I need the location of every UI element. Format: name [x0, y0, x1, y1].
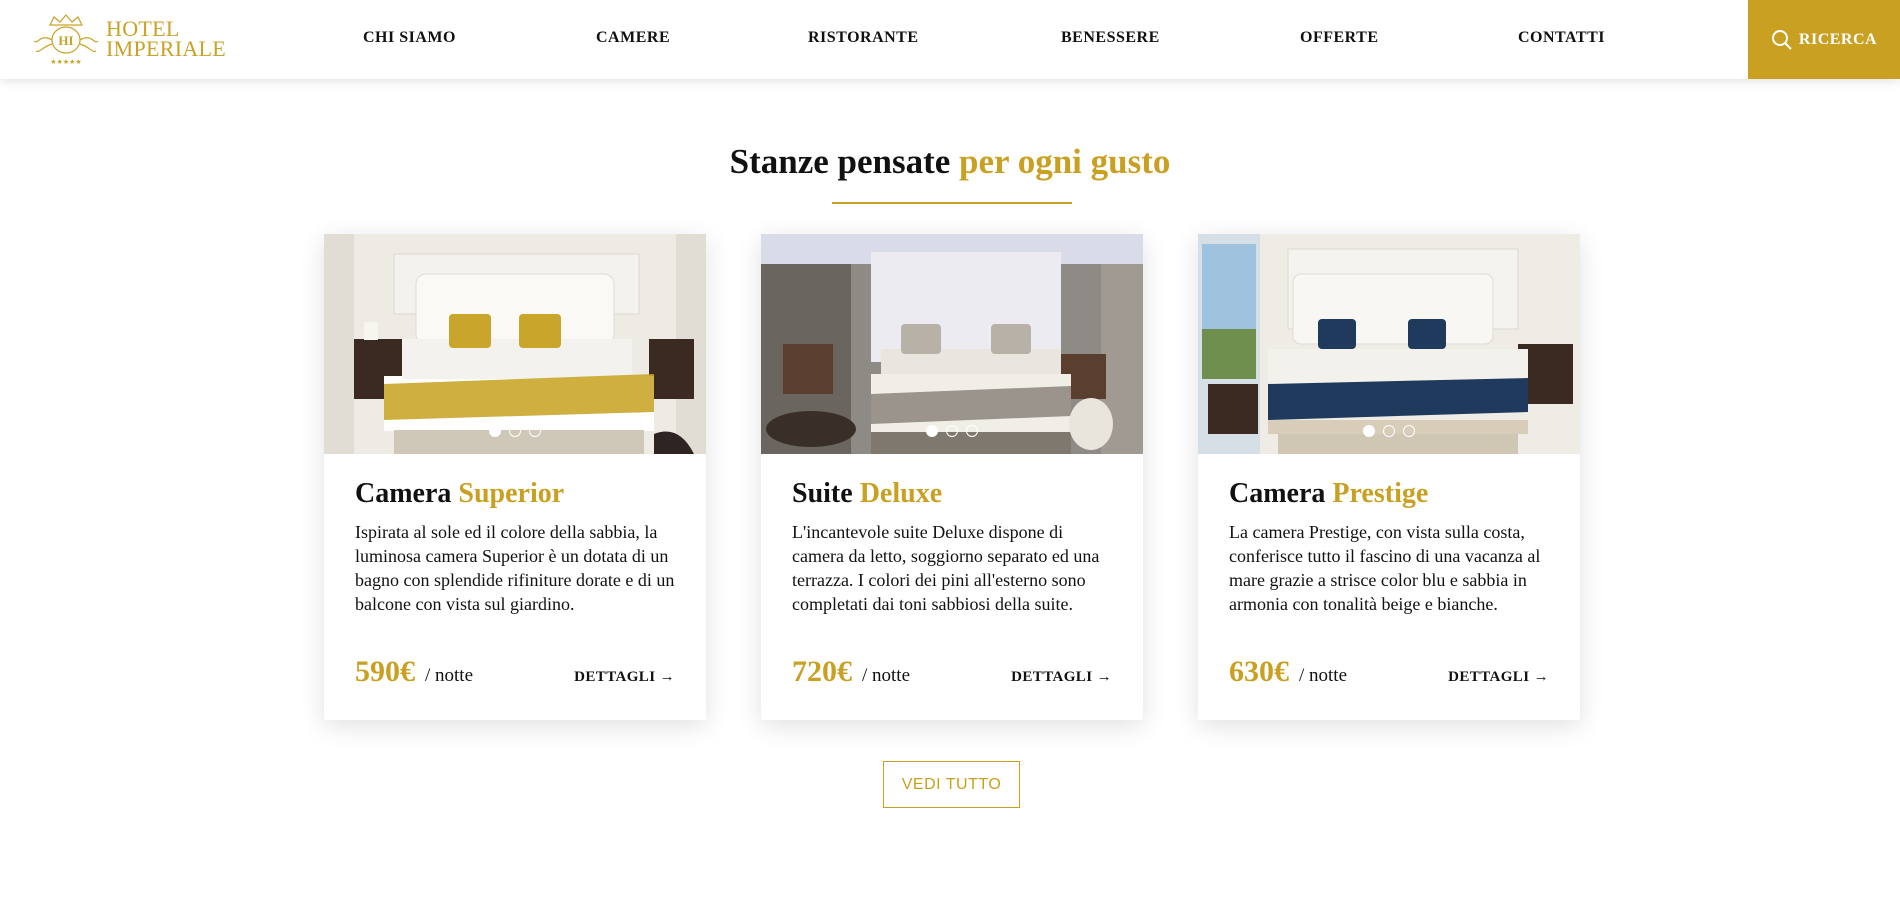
room-description: La camera Prestige, con vista sulla cost…: [1229, 522, 1541, 614]
nav-contatti[interactable]: CONTATTI: [1518, 29, 1605, 47]
search-label: RICERCA: [1798, 30, 1878, 48]
carousel-dot[interactable]: [926, 425, 938, 437]
room-price: 720€: [792, 655, 852, 688]
carousel-dot[interactable]: [946, 425, 958, 437]
room-title-accent: Deluxe: [859, 478, 943, 509]
price-unit: / notte: [425, 665, 474, 686]
room-image: [761, 234, 1143, 454]
section-title-accent: per ogni gusto: [959, 142, 1171, 181]
nav-chi-siamo[interactable]: CHI SIAMO: [363, 29, 456, 47]
section-title: Stanze pensate per ogni gusto: [0, 142, 1900, 182]
logo-wordmark: HOTEL IMPERIALE: [106, 18, 227, 61]
details-link[interactable]: DETTAGLI →: [1011, 669, 1112, 686]
price-unit: / notte: [1299, 665, 1348, 686]
search-icon: [1771, 29, 1792, 50]
price-unit: / notte: [862, 665, 911, 686]
price-row: 630€ / notte DETTAGLI →: [1229, 655, 1549, 689]
room-title-main: Camera: [355, 478, 452, 509]
svg-text:★★★★★: ★★★★★: [50, 58, 81, 66]
details-link[interactable]: DETTAGLI →: [1448, 669, 1549, 686]
crown-crest-icon: HI ★★★★★: [33, 14, 99, 66]
room-title: Suite Deluxe: [792, 476, 1112, 512]
site-header: HI ★★★★★ HOTEL IMPERIALE CHI SIAMO CAMER…: [0, 0, 1900, 79]
hotel-logo[interactable]: HI ★★★★★ HOTEL IMPERIALE: [30, 11, 230, 67]
room-description: Ispirata al sole ed il colore della sabb…: [355, 522, 675, 614]
room-title: Camera Superior: [355, 476, 675, 512]
carousel-dots: [761, 425, 1143, 437]
room-photo[interactable]: [761, 234, 1143, 454]
carousel-dots: [324, 425, 706, 437]
price-row: 720€ / notte DETTAGLI →: [792, 655, 1112, 689]
room-photo[interactable]: [324, 234, 706, 454]
carousel-dot[interactable]: [529, 425, 541, 437]
nav-benessere[interactable]: BENESSERE: [1061, 29, 1160, 47]
carousel-dot[interactable]: [489, 425, 501, 437]
room-image: [1198, 234, 1580, 454]
nav-camere[interactable]: CAMERE: [596, 29, 670, 47]
nav-offerte[interactable]: OFFERTE: [1300, 29, 1379, 47]
section-title-main: Stanze pensate: [729, 142, 951, 181]
view-all-button[interactable]: VEDI TUTTO: [883, 761, 1020, 808]
carousel-dot[interactable]: [1403, 425, 1415, 437]
carousel-dots: [1198, 425, 1580, 437]
room-title-accent: Superior: [458, 478, 565, 509]
room-price: 630€: [1229, 655, 1289, 688]
room-description: L'incantevole suite Deluxe dispone di ca…: [792, 522, 1100, 614]
main-navigation: CHI SIAMO CAMERE RISTORANTE BENESSERE OF…: [300, 0, 1640, 79]
room-title-main: Suite: [792, 478, 853, 509]
room-card-prestige: Camera Prestige La camera Prestige, con …: [1198, 234, 1580, 720]
details-link[interactable]: DETTAGLI →: [574, 669, 675, 686]
room-title: Camera Prestige: [1229, 476, 1549, 512]
room-title-main: Camera: [1229, 478, 1326, 509]
room-price: 590€: [355, 655, 415, 688]
carousel-dot[interactable]: [1363, 425, 1375, 437]
carousel-dot[interactable]: [509, 425, 521, 437]
logo-line-2: IMPERIALE: [106, 36, 227, 61]
price-row: 590€ / notte DETTAGLI →: [355, 655, 675, 689]
room-photo[interactable]: [1198, 234, 1580, 454]
svg-text:HI: HI: [58, 33, 73, 48]
search-button[interactable]: RICERCA: [1748, 0, 1900, 79]
room-title-accent: Prestige: [1332, 478, 1429, 509]
room-image: [324, 234, 706, 454]
carousel-dot[interactable]: [966, 425, 978, 437]
room-card-deluxe: Suite Deluxe L'incantevole suite Deluxe …: [761, 234, 1143, 720]
nav-ristorante[interactable]: RISTORANTE: [808, 29, 919, 47]
room-card-superior: Camera Superior Ispirata al sole ed il c…: [324, 234, 706, 720]
carousel-dot[interactable]: [1383, 425, 1395, 437]
title-divider: [832, 202, 1072, 204]
